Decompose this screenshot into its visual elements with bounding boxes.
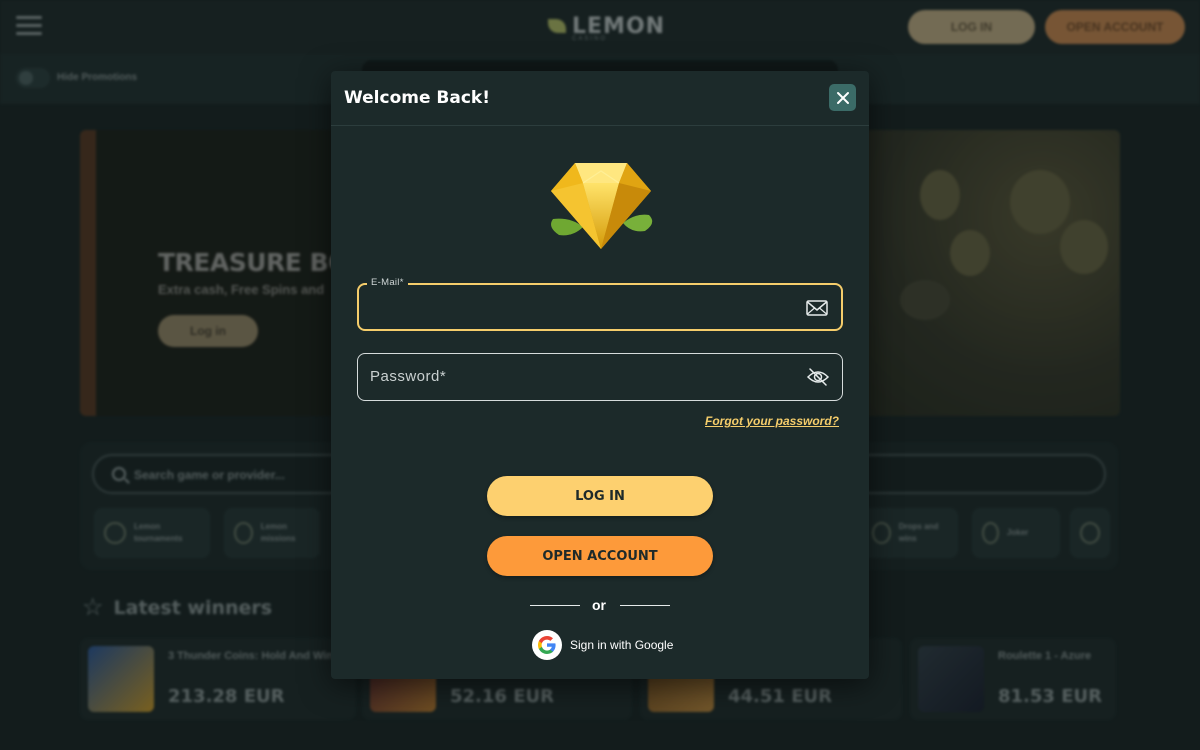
google-logo-icon	[532, 630, 562, 660]
google-sign-in-button[interactable]: Sign in with Google	[532, 630, 673, 660]
password-field[interactable]	[357, 353, 843, 401]
email-input[interactable]	[371, 285, 791, 329]
email-field[interactable]: E-Mail*	[357, 277, 843, 331]
modal-title: Welcome Back!	[344, 88, 490, 108]
login-button[interactable]: LOG IN	[487, 476, 713, 516]
modal-header: Welcome Back!	[331, 71, 869, 126]
envelope-icon	[806, 300, 828, 316]
google-sign-in-label: Sign in with Google	[570, 638, 674, 652]
or-divider-text: or	[592, 597, 606, 613]
forgot-password-link[interactable]: Forgot your password?	[705, 414, 839, 428]
open-account-button[interactable]: OPEN ACCOUNT	[487, 536, 713, 576]
close-button[interactable]	[829, 84, 856, 111]
password-input[interactable]	[370, 354, 790, 398]
hide-password-eye-icon[interactable]	[806, 366, 830, 388]
divider-line-left	[530, 605, 580, 606]
close-icon	[836, 91, 849, 104]
divider-line-right	[620, 605, 670, 606]
login-modal: Welcome Back! E-Mail* Forgot your passwo…	[331, 71, 869, 679]
diamond-logo-icon	[551, 163, 653, 249]
